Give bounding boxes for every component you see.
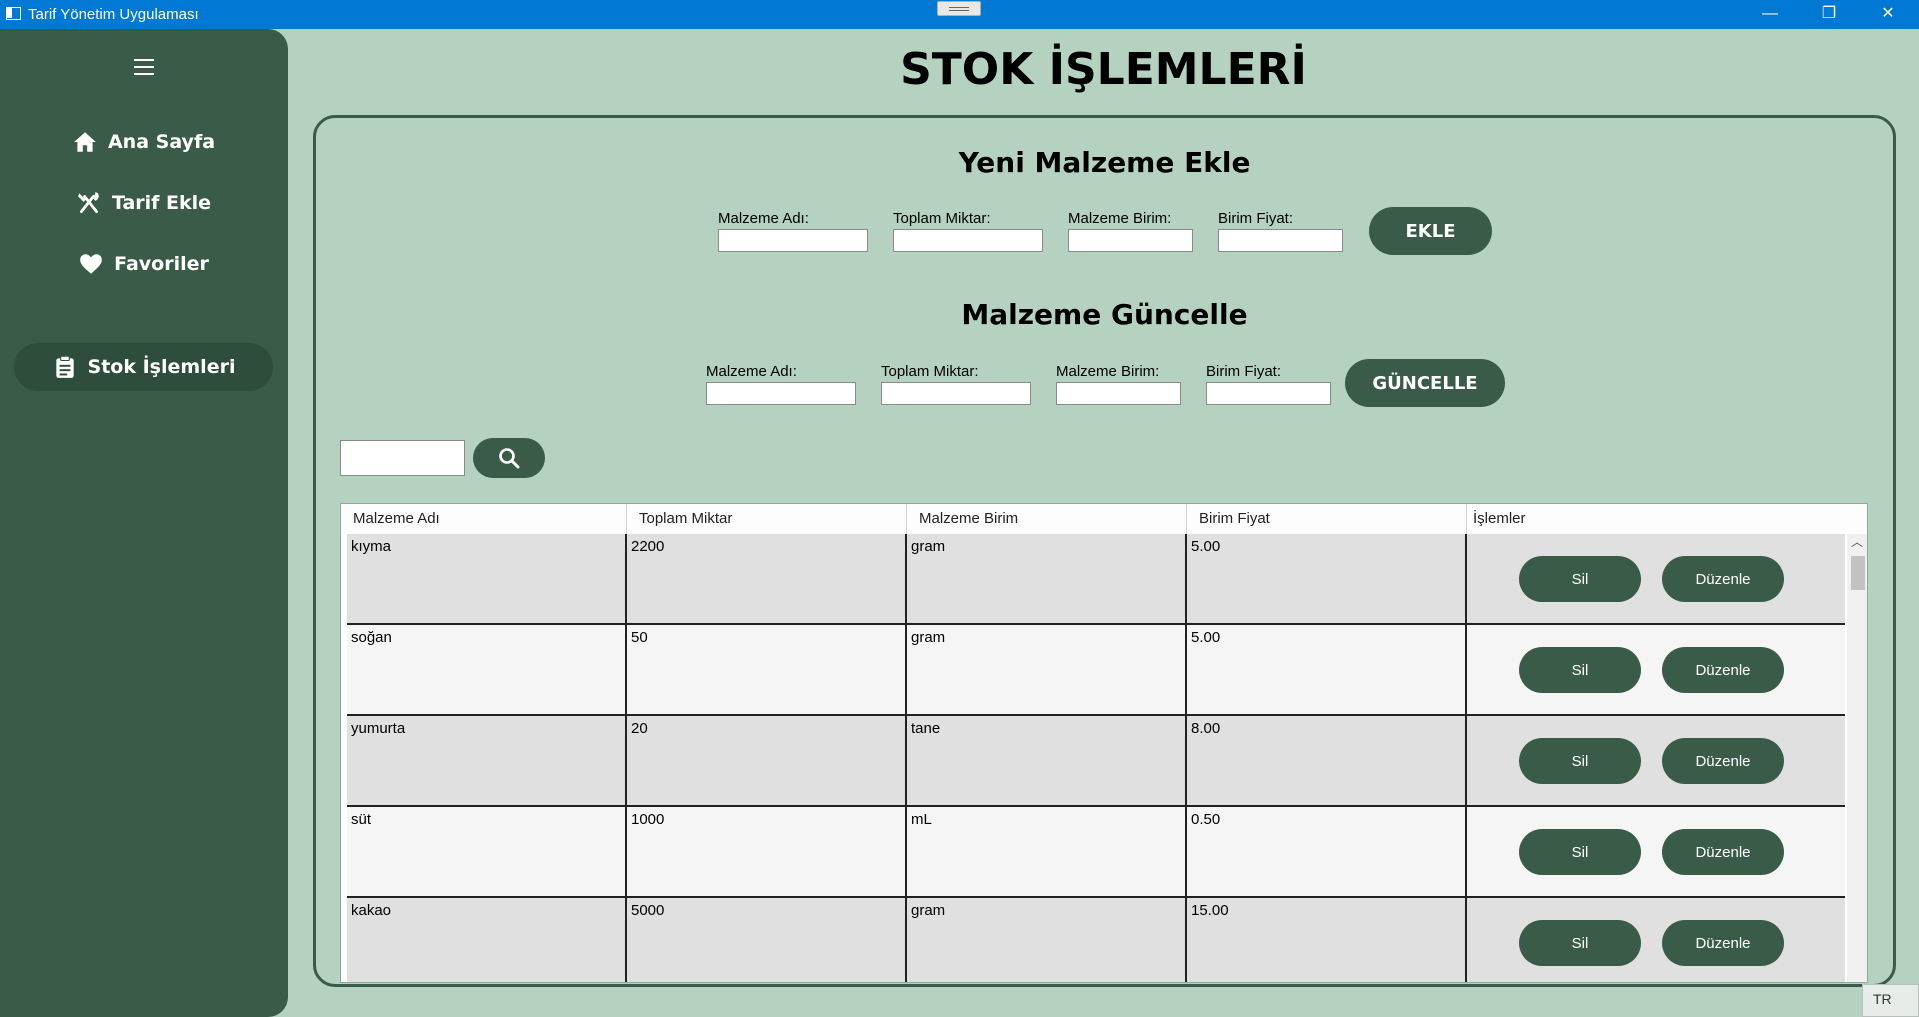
edit-button[interactable]: Düzenle bbox=[1662, 920, 1784, 966]
cell-total: 2200 bbox=[627, 534, 907, 623]
restore-button[interactable]: ❐ bbox=[1806, 0, 1852, 29]
window-titlebar: Tarif Yönetim Uygulaması — ❐ ✕ bbox=[0, 0, 1919, 29]
window-title: Tarif Yönetim Uygulaması bbox=[28, 6, 199, 23]
table-header: Malzeme Adı Toplam Miktar Malzeme Birim … bbox=[341, 504, 1867, 534]
table-row[interactable]: kakao 5000 gram 15.00 Sil Düzenle bbox=[347, 898, 1845, 982]
cell-name: süt bbox=[347, 807, 627, 896]
add-total-label: Toplam Miktar: bbox=[893, 210, 991, 227]
sidebar-item-label: Stok İşlemleri bbox=[87, 356, 236, 378]
table-row[interactable]: kıyma 2200 gram 5.00 Sil Düzenle bbox=[347, 534, 1845, 625]
table-row[interactable]: süt 1000 mL 0.50 Sil Düzenle bbox=[347, 807, 1845, 898]
search-icon bbox=[499, 448, 520, 469]
scroll-thumb[interactable] bbox=[1851, 556, 1865, 590]
sidebar-item-label: Favoriler bbox=[114, 253, 209, 275]
cell-price: 5.00 bbox=[1187, 534, 1467, 623]
edit-button[interactable]: Düzenle bbox=[1662, 556, 1784, 602]
cell-unit: gram bbox=[907, 625, 1187, 714]
cell-name: kakao bbox=[347, 898, 627, 982]
add-ingredient-title: Yeni Malzeme Ekle bbox=[958, 146, 1251, 179]
cell-price: 5.00 bbox=[1187, 625, 1467, 714]
add-name-label: Malzeme Adı: bbox=[718, 210, 809, 227]
heart-icon bbox=[80, 254, 102, 274]
delete-button[interactable]: Sil bbox=[1519, 647, 1641, 693]
language-indicator[interactable]: TR bbox=[1862, 984, 1919, 1017]
sidebar: Ana Sayfa Tarif Ekle Favoriler Stok İşle… bbox=[0, 29, 288, 1017]
update-button[interactable]: GÜNCELLE bbox=[1345, 359, 1505, 407]
ingredients-table: Malzeme Adı Toplam Miktar Malzeme Birim … bbox=[340, 503, 1868, 983]
table-scrollbar[interactable]: ︿ bbox=[1847, 534, 1867, 982]
cell-name: yumurta bbox=[347, 716, 627, 805]
add-name-input[interactable] bbox=[718, 229, 868, 252]
table-row[interactable]: soğan 50 gram 5.00 Sil Düzenle bbox=[347, 625, 1845, 716]
page-title: STOK İŞLEMLERİ bbox=[900, 44, 1307, 95]
column-header-name[interactable]: Malzeme Adı bbox=[341, 504, 627, 534]
search-input[interactable] bbox=[340, 440, 465, 476]
cell-unit: gram bbox=[907, 898, 1187, 982]
cell-total: 5000 bbox=[627, 898, 907, 982]
cell-price: 8.00 bbox=[1187, 716, 1467, 805]
cell-total: 50 bbox=[627, 625, 907, 714]
app-window-icon bbox=[6, 7, 21, 20]
window-drag-handle[interactable] bbox=[937, 1, 981, 16]
edit-button[interactable]: Düzenle bbox=[1662, 647, 1784, 693]
table-row[interactable]: yumurta 20 tane 8.00 Sil Düzenle bbox=[347, 716, 1845, 807]
home-icon bbox=[74, 132, 96, 152]
sidebar-item-label: Tarif Ekle bbox=[111, 192, 212, 214]
add-button[interactable]: EKLE bbox=[1369, 207, 1492, 255]
update-name-label: Malzeme Adı: bbox=[706, 363, 797, 380]
update-unit-label: Malzeme Birim: bbox=[1056, 363, 1160, 380]
search-button[interactable] bbox=[473, 438, 545, 478]
update-total-input[interactable] bbox=[881, 382, 1031, 405]
delete-button[interactable]: Sil bbox=[1519, 829, 1641, 875]
sidebar-item-stok-islemleri[interactable]: Stok İşlemleri bbox=[14, 343, 273, 391]
sidebar-item-ana-sayfa[interactable]: Ana Sayfa bbox=[14, 118, 273, 166]
column-header-actions[interactable]: İşlemler bbox=[1467, 504, 1867, 534]
cell-unit: gram bbox=[907, 534, 1187, 623]
add-total-input[interactable] bbox=[893, 229, 1043, 252]
cell-total: 20 bbox=[627, 716, 907, 805]
column-header-unit[interactable]: Malzeme Birim bbox=[907, 504, 1187, 534]
cell-unit: mL bbox=[907, 807, 1187, 896]
add-unit-label: Malzeme Birim: bbox=[1068, 210, 1172, 227]
cell-name: kıyma bbox=[347, 534, 627, 623]
update-name-input[interactable] bbox=[706, 382, 856, 405]
utensils-icon bbox=[78, 192, 99, 214]
sidebar-item-favoriler[interactable]: Favoriler bbox=[14, 240, 273, 288]
clipboard-icon bbox=[55, 355, 74, 378]
cell-total: 1000 bbox=[627, 807, 907, 896]
cell-price: 15.00 bbox=[1187, 898, 1467, 982]
delete-button[interactable]: Sil bbox=[1519, 556, 1641, 602]
close-button[interactable]: ✕ bbox=[1865, 0, 1911, 29]
update-unit-input[interactable] bbox=[1056, 382, 1181, 405]
hamburger-menu-icon[interactable] bbox=[134, 59, 154, 75]
sidebar-item-label: Ana Sayfa bbox=[107, 131, 216, 153]
delete-button[interactable]: Sil bbox=[1519, 920, 1641, 966]
update-price-label: Birim Fiyat: bbox=[1206, 363, 1281, 380]
update-ingredient-title: Malzeme Güncelle bbox=[961, 298, 1248, 331]
minimize-button[interactable]: — bbox=[1747, 0, 1793, 29]
column-header-total[interactable]: Toplam Miktar bbox=[627, 504, 907, 534]
column-header-price[interactable]: Birim Fiyat bbox=[1187, 504, 1467, 534]
cell-price: 0.50 bbox=[1187, 807, 1467, 896]
scroll-up-arrow-icon[interactable]: ︿ bbox=[1851, 536, 1863, 548]
add-price-input[interactable] bbox=[1218, 229, 1343, 252]
add-unit-input[interactable] bbox=[1068, 229, 1193, 252]
stock-panel: Yeni Malzeme Ekle Malzeme Adı: Toplam Mi… bbox=[313, 115, 1896, 987]
cell-unit: tane bbox=[907, 716, 1187, 805]
cell-name: soğan bbox=[347, 625, 627, 714]
sidebar-item-tarif-ekle[interactable]: Tarif Ekle bbox=[14, 179, 273, 227]
edit-button[interactable]: Düzenle bbox=[1662, 829, 1784, 875]
edit-button[interactable]: Düzenle bbox=[1662, 738, 1784, 784]
add-price-label: Birim Fiyat: bbox=[1218, 210, 1293, 227]
delete-button[interactable]: Sil bbox=[1519, 738, 1641, 784]
update-total-label: Toplam Miktar: bbox=[881, 363, 979, 380]
update-price-input[interactable] bbox=[1206, 382, 1331, 405]
